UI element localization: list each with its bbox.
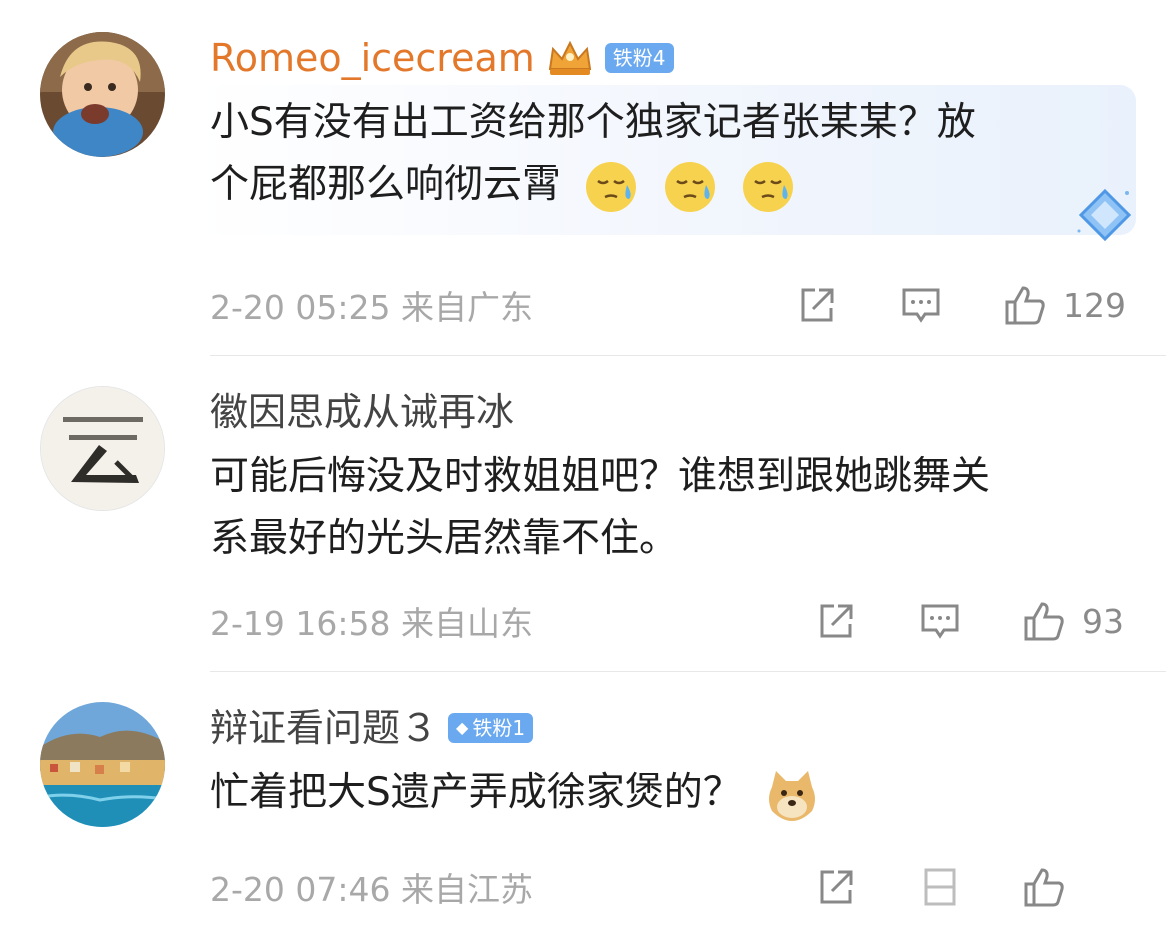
comment-text-line: 个屁都那么响彻云霄 [210, 162, 562, 207]
crown-icon [548, 40, 591, 75]
avatar-calligraphy-image [41, 387, 164, 510]
comment-text-line-with-emoji: 个屁都那么响彻云霄 [210, 154, 1126, 216]
comment-icon[interactable] [918, 599, 962, 643]
username[interactable]: Romeo_icecream [210, 39, 535, 77]
comment-timestamp: 2-20 05:25 [210, 288, 391, 327]
doge-emoji [769, 770, 816, 821]
share-icon[interactable] [814, 865, 858, 909]
comment-actions [754, 865, 1126, 909]
comment-time: 2-20 07:46 来自江苏 [210, 863, 533, 911]
comment-item: 辩证看问题３ ◆ 铁粉1 忙着把大S遗产弄成徐家煲的？ 2-20 07:46 来… [0, 672, 1166, 931]
like-count: 93 [1082, 601, 1124, 641]
comment-actions: 93 [754, 599, 1126, 643]
diamond-badge-icon [1077, 188, 1132, 242]
comment-icon[interactable] [899, 283, 943, 327]
avatar-landscape-image [40, 702, 165, 827]
avatar[interactable] [40, 386, 165, 511]
comment-text: 忙着把大S遗产弄成徐家煲的？ [210, 762, 1126, 824]
avatar[interactable] [40, 32, 165, 157]
avatar[interactable] [40, 702, 165, 827]
comment-time: 2-20 05:25 来自广东 [210, 281, 533, 329]
comment-text-line: 小S有没有出工资给那个独家记者张某某？放 [210, 100, 976, 145]
comment-text-line: 可能后悔没及时救姐姐吧？谁想到跟她跳舞关 [210, 454, 991, 499]
share-icon[interactable] [795, 283, 839, 327]
sweat-face-emoji [743, 161, 794, 212]
like-icon[interactable] [1022, 865, 1066, 909]
comment-item: Romeo_icecream 铁粉4 小S有没有出工资给那个独家记者张某某？放 … [0, 0, 1166, 355]
comment-location: 来自江苏 [401, 870, 533, 909]
sweat-face-emoji [586, 161, 637, 212]
comment-text-line-with-emoji: 忙着把大S遗产弄成徐家煲的？ [210, 762, 1126, 824]
share-icon[interactable] [814, 599, 858, 643]
fan-badge: ◆ 铁粉1 [448, 713, 534, 743]
comment-icon[interactable] [918, 865, 962, 909]
username[interactable]: 辩证看问题３ [210, 709, 438, 747]
comment-text-line: 忙着把大S遗产弄成徐家煲的？ [210, 770, 742, 815]
comment-time: 2-19 16:58 来自山东 [210, 597, 533, 645]
like-icon[interactable] [1022, 599, 1066, 643]
comment-text: 小S有没有出工资给那个独家记者张某某？放 个屁都那么响彻云霄 [210, 92, 1126, 216]
fan-badge-label: 铁粉1 [472, 716, 526, 740]
fan-badge: 铁粉4 [604, 43, 674, 73]
sweat-face-emoji [664, 161, 715, 212]
avatar-child-image [40, 32, 165, 157]
comment-location: 来自山东 [401, 604, 533, 643]
comment-timestamp: 2-19 16:58 [210, 604, 391, 643]
fan-badge-label: 铁粉4 [612, 46, 666, 70]
diamond-icon: ◆ [456, 718, 469, 737]
comment-location: 来自广东 [401, 288, 533, 327]
like-icon[interactable] [1003, 283, 1047, 327]
comment-text: 可能后悔没及时救姐姐吧？谁想到跟她跳舞关 系最好的光头居然靠不住。 [210, 446, 1126, 570]
comment-actions: 129 [735, 283, 1126, 327]
comment-item: 徽因思成从诫再冰 可能后悔没及时救姐姐吧？谁想到跟她跳舞关 系最好的光头居然靠不… [0, 356, 1166, 671]
comment-timestamp: 2-20 07:46 [210, 870, 391, 909]
comment-text-line: 系最好的光头居然靠不住。 [210, 516, 679, 561]
like-count: 129 [1063, 285, 1126, 325]
username[interactable]: 徽因思成从诫再冰 [210, 393, 514, 431]
